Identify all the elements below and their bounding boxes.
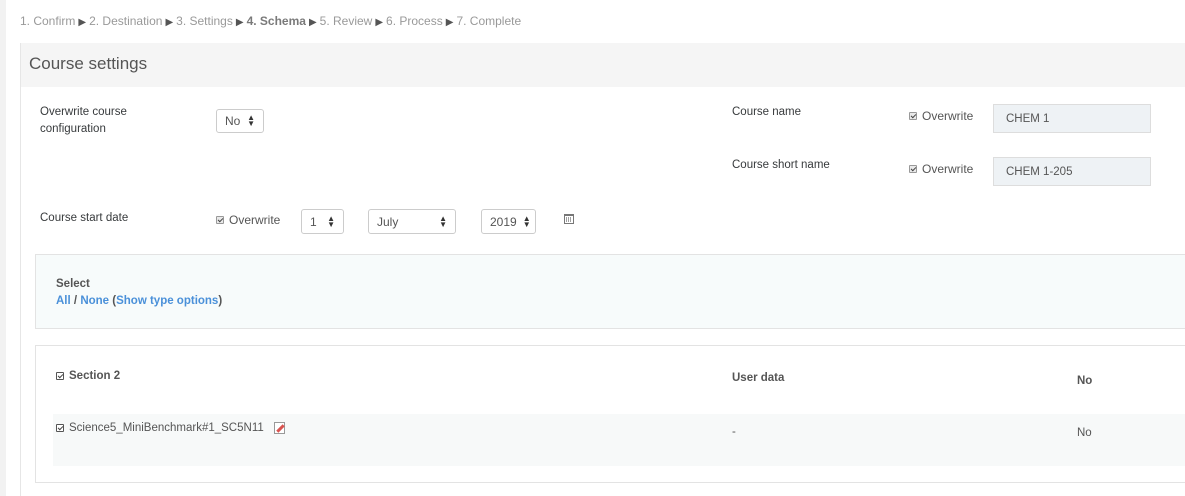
step-arrow-icon: ▶ (78, 17, 87, 28)
left-edge (0, 0, 6, 496)
start-year-select[interactable]: 2019 ▲ ▼ (481, 209, 536, 234)
select-caret-icon: ▲ ▼ (327, 213, 335, 229)
calendar-icon[interactable] (564, 214, 574, 224)
section-panel: Section 2 User data No Science5_MiniBenc… (35, 345, 1185, 483)
step-arrow-icon: ▶ (235, 17, 244, 28)
overwrite-checkbox[interactable] (909, 112, 917, 120)
start-year-value: 2019 (490, 214, 517, 229)
start-month-select[interactable]: July ▲ ▼ (368, 209, 456, 234)
select-links: All / None (Show type options) (56, 295, 222, 307)
overwrite-checkbox[interactable] (909, 165, 917, 173)
section-header: Section 2 (56, 370, 120, 382)
card-title: Course settings (29, 54, 148, 73)
select-title: Select (56, 278, 90, 290)
section-checkbox[interactable] (56, 372, 64, 380)
step-arrow-icon: ▶ (445, 17, 454, 28)
step-process: 6. Process (386, 14, 443, 28)
value-header: No (1077, 375, 1093, 387)
breadcrumb: 1. Confirm ▶ 2. Destination ▶ 3. Settings ▶ 4.… (20, 14, 521, 28)
overwrite-config-value: No (225, 114, 241, 128)
close-paren: ) (218, 295, 223, 307)
activity-name: Science5_MiniBenchmark#1_SC5N11 (69, 422, 264, 434)
step-schema-current: 4. Schema (246, 14, 306, 28)
select-panel: Select All / None (Show type options) (35, 254, 1185, 329)
course-short-name-input[interactable]: CHEM 1-205 (993, 157, 1151, 186)
overwrite-config-select[interactable]: No ▲ ▼ (216, 109, 264, 133)
show-type-options-link[interactable]: Show type options (116, 295, 218, 307)
step-complete: 7. Complete (456, 14, 522, 28)
step-arrow-icon: ▶ (308, 17, 317, 28)
step-settings: 3. Settings (176, 14, 233, 28)
start-date-overwrite[interactable]: Overwrite (216, 213, 280, 227)
overwrite-label: Overwrite (229, 213, 281, 227)
activity-item: Science5_MiniBenchmark#1_SC5N11 (56, 422, 285, 434)
course-name-overwrite[interactable]: Overwrite (909, 109, 973, 123)
select-none-link[interactable]: None (80, 295, 109, 307)
overwrite-label: Overwrite (922, 109, 974, 123)
course-name-label: Course name (732, 106, 802, 118)
course-name-input[interactable]: CHEM 1 (993, 104, 1151, 133)
step-confirm: 1. Confirm (20, 14, 76, 28)
card-header: Course settings (21, 43, 1185, 87)
step-review: 5. Review (319, 14, 373, 28)
start-day-select[interactable]: 1 ▲ ▼ (301, 209, 344, 234)
activity-checkbox[interactable] (56, 424, 64, 432)
edit-icon[interactable] (273, 422, 285, 434)
select-all-link[interactable]: All (56, 295, 71, 307)
overwrite-config-label: Overwrite course configuration (40, 106, 127, 135)
activity-user-data: - (732, 426, 736, 438)
user-data-header: User data (732, 372, 785, 384)
course-start-date-label: Course start date (40, 212, 129, 224)
course-short-name-label: Course short name (732, 159, 830, 171)
step-arrow-icon: ▶ (375, 17, 384, 28)
start-day-value: 1 (310, 214, 317, 229)
step-destination: 2. Destination (89, 14, 163, 28)
step-arrow-icon: ▶ (165, 17, 174, 28)
overwrite-label: Overwrite (922, 162, 974, 176)
select-caret-icon: ▲ ▼ (522, 213, 531, 229)
course-short-name-overwrite[interactable]: Overwrite (909, 162, 973, 176)
start-month-value: July (377, 214, 399, 229)
activity-value: No (1077, 427, 1092, 439)
select-separator: / (73, 295, 78, 307)
select-caret-icon: ▲ ▼ (247, 113, 255, 128)
select-caret-icon: ▲ ▼ (439, 213, 447, 229)
overwrite-checkbox[interactable] (216, 216, 224, 224)
section-name: Section 2 (69, 370, 121, 382)
